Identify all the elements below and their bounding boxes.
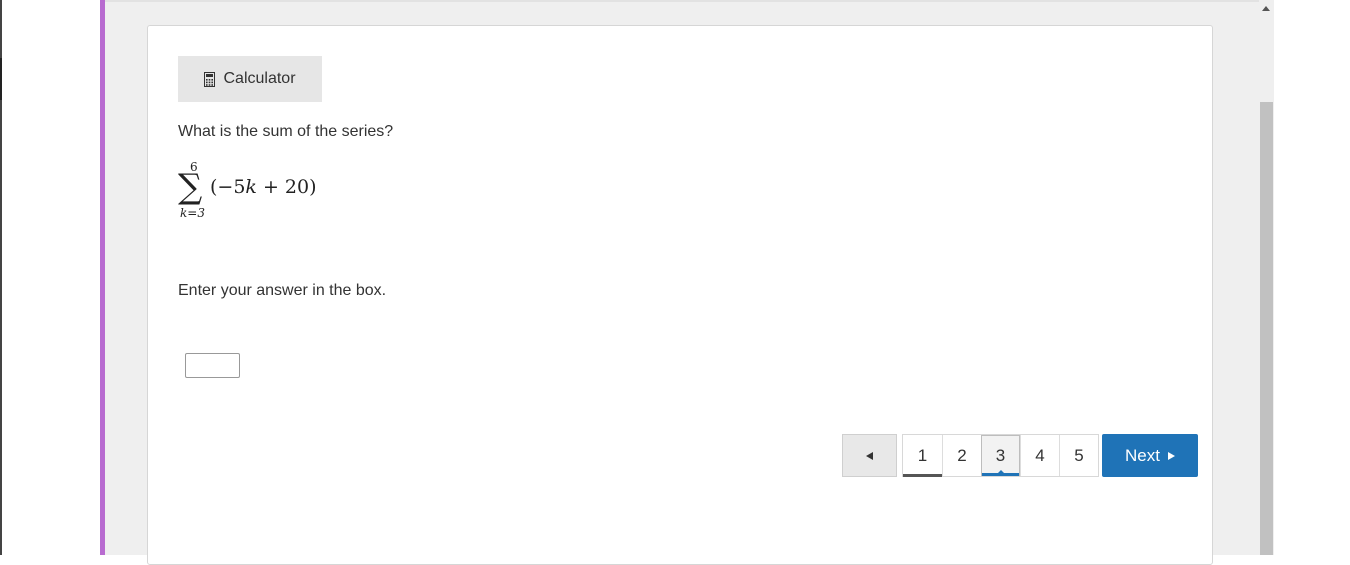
triangle-right-icon <box>1167 451 1175 460</box>
question-prompt: What is the sum of the series? <box>178 123 394 140</box>
next-label: Next <box>1125 445 1160 465</box>
scroll-up-arrow-icon[interactable] <box>1262 6 1270 11</box>
sigma-symbol: ∑ <box>178 167 203 207</box>
page-navigator: 1 2 3 4 5 <box>902 434 1099 477</box>
triangle-left-icon <box>866 451 873 460</box>
sum-lower-limit: k=3 <box>180 206 205 220</box>
previous-button[interactable] <box>842 434 897 477</box>
vertical-scrollbar[interactable] <box>1259 0 1274 555</box>
calculator-label: Calculator <box>223 70 296 87</box>
window-edge-mark <box>0 58 2 100</box>
summand: (−5k + 20) <box>210 176 317 198</box>
series-expression: 6 ∑ k=3 (−5k + 20) <box>178 160 338 222</box>
page-4-button[interactable]: 4 <box>1020 435 1059 476</box>
page-2-button[interactable]: 2 <box>942 435 981 476</box>
page-1-button[interactable]: 1 <box>903 435 942 477</box>
summand-open: (−5 <box>210 176 246 198</box>
frame-top-divider <box>105 0 1270 2</box>
calculator-button[interactable]: Calculator <box>178 56 322 102</box>
summand-close: + 20) <box>256 176 317 198</box>
next-button[interactable]: Next <box>1102 434 1198 477</box>
page-5-button[interactable]: 5 <box>1059 435 1098 476</box>
answer-instruction: Enter your answer in the box. <box>178 282 387 299</box>
scrollbar-thumb[interactable] <box>1260 102 1273 555</box>
question-card: Calculator What is the sum of the series… <box>147 25 1213 565</box>
answer-input[interactable] <box>185 353 240 378</box>
summand-variable: k <box>245 176 257 198</box>
page-3-button[interactable]: 3 <box>981 435 1020 476</box>
calculator-icon <box>204 71 216 87</box>
item-frame: Calculator What is the sum of the series… <box>100 0 1274 565</box>
